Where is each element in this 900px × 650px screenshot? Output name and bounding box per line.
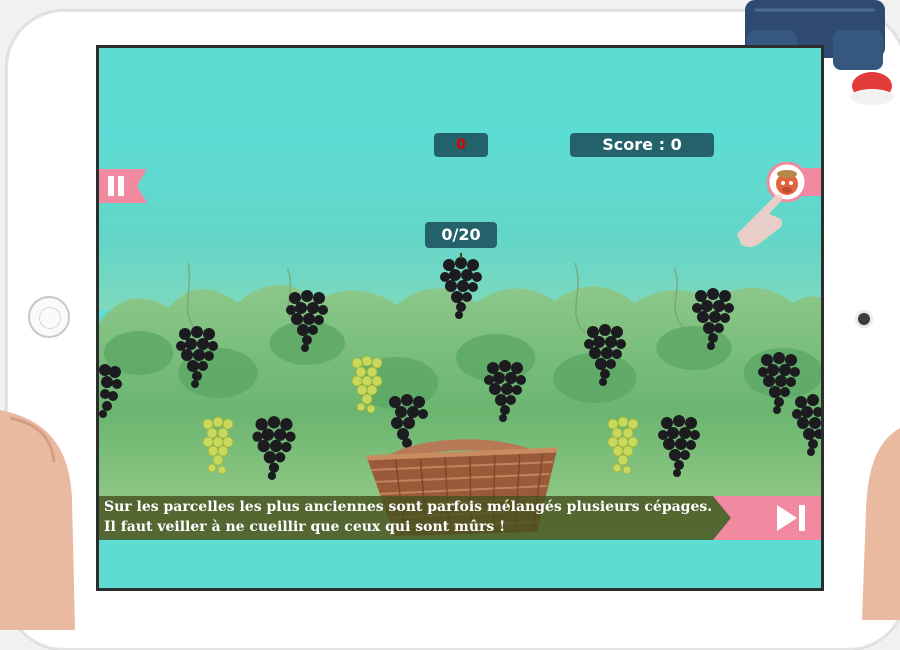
black-grape-bunch[interactable]: [657, 410, 701, 480]
camera-icon: [858, 313, 870, 325]
right-thumb: [862, 428, 900, 620]
caption-text: Sur les parcelles les plus anciennes son…: [104, 497, 764, 537]
pause-button[interactable]: [99, 169, 147, 203]
black-grape-bunch[interactable]: [99, 360, 125, 420]
left-thumb: [0, 410, 75, 630]
pointing-hand-icon: [737, 194, 783, 247]
black-grape-bunch[interactable]: [251, 412, 297, 482]
black-grape-bunch[interactable]: [285, 286, 329, 354]
home-button[interactable]: [28, 296, 70, 338]
black-grape-bunch[interactable]: [175, 322, 219, 390]
green-grape-bunch[interactable]: [605, 414, 641, 480]
black-grape-bunch[interactable]: [439, 253, 483, 321]
caption-line-2: Il faut veiller à ne cueillir que ceux q…: [104, 519, 506, 535]
black-grape-bunch[interactable]: [583, 320, 627, 388]
black-grape-bunch[interactable]: [483, 356, 527, 424]
game-screen: 0 Score : 0 0/20 Sur les parcelles les p…: [96, 45, 824, 591]
green-grape-bunch[interactable]: [199, 414, 237, 480]
green-grape-bunch[interactable]: [349, 353, 385, 419]
score-display: Score : 0: [570, 133, 714, 157]
timer-display: 0: [434, 133, 488, 157]
next-button[interactable]: [713, 496, 824, 540]
caption-line-1: Sur les parcelles les plus anciennes son…: [104, 499, 713, 515]
progress-counter: 0/20: [425, 222, 497, 248]
black-grape-bunch[interactable]: [791, 390, 824, 458]
black-grape-bunch[interactable]: [691, 284, 735, 352]
